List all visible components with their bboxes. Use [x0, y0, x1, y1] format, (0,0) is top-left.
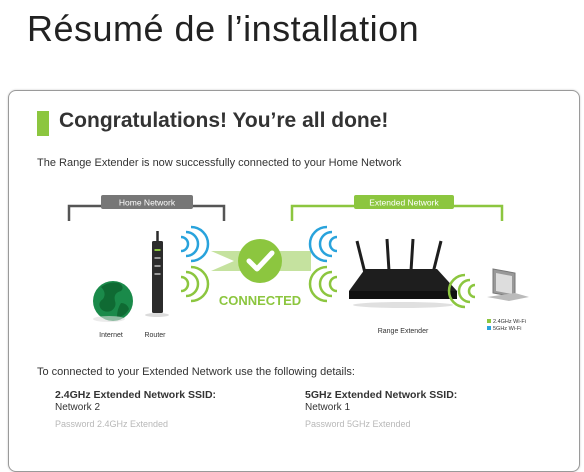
router-label: Router: [144, 332, 166, 339]
extender-wifi-24ghz-icon: [308, 265, 338, 303]
home-network-bracket: Home Network: [67, 195, 226, 221]
router-wifi-5ghz-icon: [180, 225, 210, 263]
legend-swatch-24ghz: [487, 319, 491, 323]
extender-wifi-5ghz-icon: [308, 225, 338, 263]
network-diagram: Home Network Extended Network Internet R…: [67, 195, 529, 339]
wifi-legend: 2.4GHz Wi-Fi 5GHz Wi-Fi: [487, 319, 526, 332]
internet-label: Internet: [99, 332, 123, 339]
page-title: Résumé de l’installation: [27, 8, 420, 49]
connected-indicator: CONNECTED: [211, 239, 311, 308]
extended-network-label: Extended Network: [369, 198, 439, 208]
legend-label-24ghz: 2.4GHz Wi-Fi: [493, 319, 526, 325]
router-icon: [145, 231, 169, 317]
password-24ghz-label: Password 2.4GHz Extended: [55, 419, 169, 429]
ssid-24ghz-block: 2.4GHz Extended Network SSID: Network 2 …: [55, 389, 216, 429]
details-instruction-text: To connected to your Extended Network us…: [37, 366, 355, 378]
ssid-24ghz-value: Network 2: [55, 402, 101, 413]
ssid-5ghz-block: 5GHz Extended Network SSID: Network 1 Pa…: [305, 389, 457, 429]
range-extender-icon: [349, 238, 457, 308]
legend-swatch-5ghz: [487, 326, 491, 330]
setup-summary-panel: Congratulations! You’re all done! The Ra…: [8, 90, 580, 472]
password-5ghz-label: Password 5GHz Extended: [305, 419, 411, 429]
check-circle-icon: [238, 239, 282, 283]
ssid-5ghz-label: 5GHz Extended Network SSID:: [305, 389, 458, 401]
ssid-24ghz-label: 2.4GHz Extended Network SSID:: [55, 389, 217, 401]
laptop-icon: [487, 268, 529, 301]
legend-label-5ghz: 5GHz Wi-Fi: [493, 326, 521, 332]
range-extender-label: Range Extender: [378, 328, 429, 335]
router-wifi-24ghz-icon: [180, 265, 210, 303]
connected-label: CONNECTED: [219, 293, 301, 308]
home-network-label: Home Network: [119, 198, 176, 208]
globe-icon: [93, 281, 133, 322]
ssid-5ghz-value: Network 1: [305, 402, 351, 413]
extended-network-bracket: Extended Network: [290, 195, 504, 221]
